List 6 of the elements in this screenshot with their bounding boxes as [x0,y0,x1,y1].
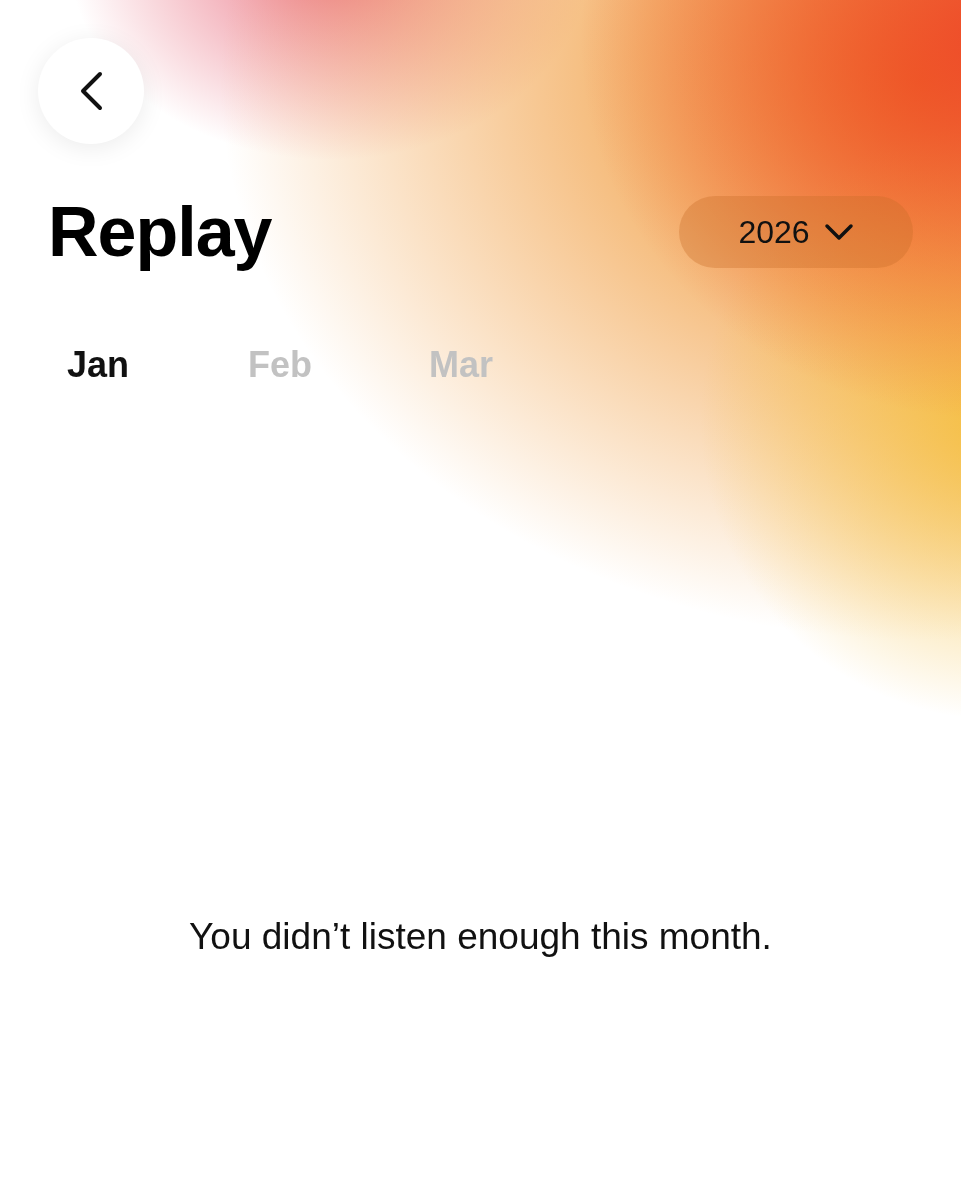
year-dropdown[interactable]: 2026 [679,196,913,268]
empty-message: You didn’t listen enough this month. [188,916,773,958]
page-title: Replay [48,192,272,272]
chevron-left-icon [78,71,104,111]
month-tab[interactable]: Jan [67,344,248,386]
chevron-down-icon [823,223,854,241]
